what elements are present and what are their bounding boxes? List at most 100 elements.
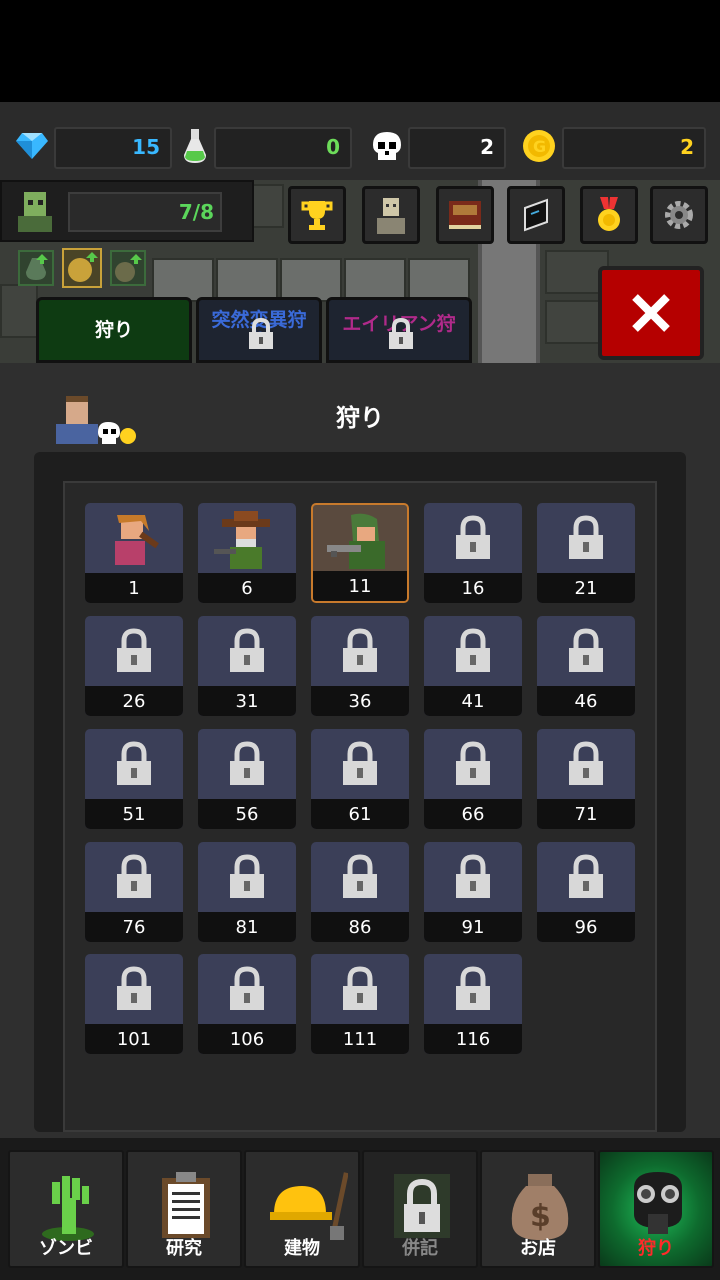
zombie-count-value: 7/8	[178, 200, 214, 224]
level-cell[interactable]: 81	[198, 842, 296, 942]
close-button[interactable]	[598, 266, 704, 360]
zombie-head-icon	[18, 192, 52, 232]
lock-icon	[230, 854, 264, 898]
level-number: 61	[311, 799, 409, 829]
level-number: 76	[85, 912, 183, 942]
potion-boost-2x[interactable]	[18, 250, 54, 286]
level-cell[interactable]: 116	[424, 954, 522, 1054]
level-cell[interactable]: 86	[311, 842, 409, 942]
gear-icon	[665, 201, 693, 229]
tab-alien-hunt[interactable]: エイリアン狩	[326, 297, 472, 363]
svg-text:$: $	[530, 1199, 551, 1234]
level-cell[interactable]: 76	[85, 842, 183, 942]
medal-button[interactable]	[580, 186, 638, 244]
gem-value: 15	[132, 135, 160, 159]
coin-boost-2x[interactable]	[62, 248, 102, 288]
nav-buildings[interactable]: 建物	[244, 1150, 360, 1268]
level-number: 16	[424, 573, 522, 603]
level-number: 46	[537, 686, 635, 716]
level-number: 11	[313, 571, 407, 601]
level-cell[interactable]: 61	[311, 729, 409, 829]
page-title: 狩り	[336, 404, 384, 432]
tab-hunt-label: 狩り	[94, 319, 133, 341]
level-number: 6	[198, 573, 296, 603]
lock-icon	[389, 318, 413, 349]
potion-value: 0	[326, 135, 340, 159]
level-cell[interactable]: 51	[85, 729, 183, 829]
nav-locked[interactable]: 併記	[362, 1150, 478, 1268]
lock-icon	[569, 741, 603, 785]
level-cell[interactable]: 91	[424, 842, 522, 942]
nav-buildings-label: 建物	[284, 1238, 320, 1259]
nav-locked-label: 併記	[402, 1238, 438, 1259]
lock-icon	[117, 628, 151, 672]
book-button[interactable]	[436, 186, 494, 244]
level-number: 81	[198, 912, 296, 942]
lock-icon	[230, 741, 264, 785]
close-icon	[632, 294, 670, 332]
notebook-button[interactable]	[507, 186, 565, 244]
tab-mutant-hunt[interactable]: 突然変異狩り	[196, 297, 322, 363]
lock-icon	[456, 966, 490, 1010]
resource-gems: 15	[16, 127, 172, 169]
bomb-boost-icon	[115, 254, 142, 282]
level-cell[interactable]: 106	[198, 954, 296, 1054]
nav-research-label: 研究	[166, 1238, 202, 1259]
level-cell[interactable]: 96	[537, 842, 635, 942]
level-number: 66	[424, 799, 522, 829]
nav-shop[interactable]: $ お店	[480, 1150, 596, 1268]
lock-icon	[117, 741, 151, 785]
level-number: 41	[424, 686, 522, 716]
lock-icon	[343, 966, 377, 1010]
top-black-area	[0, 0, 720, 102]
level-number: 101	[85, 1024, 183, 1054]
lock-icon	[230, 628, 264, 672]
level-cell[interactable]: 6	[198, 503, 296, 603]
level-number: 116	[424, 1024, 522, 1054]
nav-shop-label: お店	[520, 1238, 556, 1259]
level-cell[interactable]: 111	[311, 954, 409, 1054]
zombie-bust-button[interactable]	[362, 186, 420, 244]
zombie-count-bar: 7/8	[68, 192, 222, 232]
level-cell[interactable]: 41	[424, 616, 522, 716]
zombie-count-panel: 7/8	[0, 180, 254, 242]
level-cell[interactable]: 21	[537, 503, 635, 603]
level-cell[interactable]: 16	[424, 503, 522, 603]
level-cell[interactable]: 11	[311, 503, 409, 603]
lock-icon	[456, 854, 490, 898]
lock-icon	[569, 854, 603, 898]
level-number: 36	[311, 686, 409, 716]
money-bag-icon: $	[511, 1174, 569, 1240]
zombie-bust-icon	[377, 198, 405, 234]
level-number: 111	[311, 1024, 409, 1054]
trophy-button[interactable]	[288, 186, 346, 244]
coin-value: 2	[680, 135, 694, 159]
level-cell[interactable]: 71	[537, 729, 635, 829]
level-cell[interactable]: 46	[537, 616, 635, 716]
tab-hunt[interactable]: 狩り	[36, 297, 192, 363]
nav-research[interactable]: 研究	[126, 1150, 242, 1268]
level-number: 91	[424, 912, 522, 942]
potion-counter: 0	[214, 127, 352, 169]
level-number: 31	[198, 686, 296, 716]
lock-icon	[343, 628, 377, 672]
level-cell[interactable]: 31	[198, 616, 296, 716]
level-number: 26	[85, 686, 183, 716]
lock-icon	[569, 628, 603, 672]
medal-icon	[598, 197, 620, 231]
settings-button[interactable]	[650, 186, 708, 244]
level-cell[interactable]: 66	[424, 729, 522, 829]
nav-hunt[interactable]: 狩り	[598, 1150, 714, 1268]
level-cell[interactable]: 101	[85, 954, 183, 1054]
lock-icon	[456, 628, 490, 672]
level-cell[interactable]: 1	[85, 503, 183, 603]
level-cell[interactable]: 56	[198, 729, 296, 829]
level-number: 71	[537, 799, 635, 829]
bomb-boost-2x[interactable]	[110, 250, 146, 286]
nav-zombie[interactable]: ゾンビ	[8, 1150, 124, 1268]
resource-skulls: 2	[372, 127, 506, 169]
level-cell[interactable]: 26	[85, 616, 183, 716]
level-cell[interactable]: 36	[311, 616, 409, 716]
gem-icon	[16, 133, 48, 159]
lock-icon	[230, 966, 264, 1010]
